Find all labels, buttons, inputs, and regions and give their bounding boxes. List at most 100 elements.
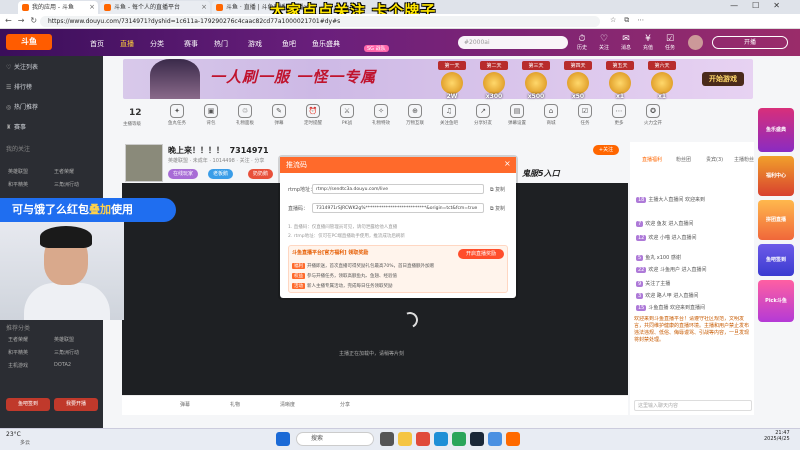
copy-server-button[interactable]: ⧉ 复制: [490, 186, 505, 193]
room-tag[interactable]: 奶奶鹅: [248, 169, 274, 179]
room-function-item[interactable]: ♫ 关注鱼吧: [436, 104, 462, 126]
close-tab-icon[interactable]: ×: [89, 1, 95, 14]
chat-tab[interactable]: 主播粉丝: [734, 156, 754, 163]
sidebar-item-ranking[interactable]: ☰ 排行榜: [6, 82, 32, 91]
rail-card-welfare[interactable]: 福利中心: [758, 156, 794, 196]
follow-button[interactable]: +关注: [593, 145, 619, 155]
task-view-icon[interactable]: [380, 432, 394, 446]
task-icon[interactable]: ☑ 任务: [660, 34, 680, 51]
window-controls[interactable]: —☐✕: [730, 1, 794, 10]
streamer-avatar[interactable]: [125, 144, 163, 182]
room-function-item[interactable]: ☑ 任务: [572, 104, 598, 126]
category-link[interactable]: 主机游戏: [8, 362, 28, 369]
room-function-item[interactable]: ▣ 背包: [198, 104, 224, 126]
nav-category[interactable]: 分类: [150, 39, 164, 49]
url-field[interactable]: https://www.douyu.com/7314971?dyshid=1c6…: [40, 16, 600, 27]
browser-toolbar-icons[interactable]: ☆⧉⋯: [610, 16, 652, 25]
room-function-item[interactable]: ✎ 弹幕: [266, 104, 292, 126]
follow-tag[interactable]: 王者荣耀: [54, 168, 74, 175]
room-function-item[interactable]: ⊕ 万物互联: [402, 104, 428, 126]
room-function-item[interactable]: ⏰ 定时提醒: [300, 104, 326, 126]
room-function-item[interactable]: ♲ 礼物面板: [232, 104, 258, 126]
sidebar-item-hot[interactable]: ◎ 热门推荐: [6, 102, 38, 111]
app-icon[interactable]: [452, 432, 466, 446]
follow-tag[interactable]: 三角洲行动: [54, 181, 79, 188]
dialog-promo-title: 斗鱼直播平台[官方福利] 领取奖励: [292, 250, 369, 256]
room-function-item[interactable]: ✪ 火力全开: [640, 104, 666, 126]
room-function-item[interactable]: ⚔ PK战: [334, 104, 360, 126]
close-tab-icon[interactable]: ×: [201, 1, 207, 14]
nav-games[interactable]: 游戏: [248, 39, 262, 49]
copy-key-button[interactable]: ⧉ 复制: [490, 205, 505, 212]
message-icon[interactable]: ✉ 消息: [616, 34, 636, 51]
rail-card-festival[interactable]: 鱼乐盛典: [758, 108, 794, 152]
sidebar-item-follows[interactable]: ♡ 关注列表: [6, 62, 38, 71]
chat-tab[interactable]: 贵宾(3): [706, 156, 723, 163]
start-live-button[interactable]: 我要开播: [54, 398, 98, 411]
edge-browser-icon[interactable]: [434, 432, 448, 446]
search-input[interactable]: #2000ai: [458, 36, 568, 49]
server-address-field[interactable]: rtmp://sendtc3a.douyu.com/live: [312, 184, 484, 194]
function-icon: ⏰: [306, 104, 320, 118]
rail-card-group[interactable]: 拼团直播: [758, 200, 794, 240]
nav-hot[interactable]: 热门: [214, 39, 228, 49]
function-label: 弹幕: [274, 121, 284, 126]
douyu-app-icon[interactable]: [506, 432, 520, 446]
start-game-button[interactable]: 开始游戏: [702, 72, 744, 86]
room-tag[interactable]: 老板鹅: [208, 169, 234, 179]
chat-tab[interactable]: 粉丝团: [676, 156, 691, 163]
weather-widget[interactable]: 23°C: [6, 431, 21, 438]
room-function-item[interactable]: ✧ 礼物特效: [368, 104, 394, 126]
share-button[interactable]: 分享: [340, 401, 350, 408]
chat-tab[interactable]: 直播福利: [642, 156, 662, 163]
follow-tag[interactable]: 和平精英: [8, 181, 28, 188]
room-function-item[interactable]: ↗ 分享好友: [470, 104, 496, 126]
recharge-icon[interactable]: ¥ 充值: [638, 34, 658, 51]
stream-key-field[interactable]: 7314971rSJRCWK2g%***********************…: [312, 203, 484, 213]
follow-tag[interactable]: 英雄联盟: [8, 168, 28, 175]
taskbar-search[interactable]: 搜索: [296, 432, 374, 446]
nav-esports[interactable]: 赛事: [184, 39, 198, 49]
rail-card-pick[interactable]: Pick斗鱼: [758, 280, 794, 322]
browser-tab-2[interactable]: 斗鱼 - 每个人的直播平台 ×: [100, 1, 210, 14]
rail-card-signin[interactable]: 鱼吧签到: [758, 244, 794, 276]
gift-button[interactable]: 礼物: [230, 401, 240, 408]
danmaku-toggle[interactable]: 弹幕: [180, 401, 190, 408]
browser-tab-1[interactable]: 我的应用 - 斗鱼 ×: [18, 1, 98, 14]
open-live-button[interactable]: 开播: [712, 36, 788, 49]
user-avatar[interactable]: [688, 35, 703, 50]
category-link[interactable]: 英雄联盟: [54, 336, 74, 343]
category-link[interactable]: 王者荣耀: [8, 336, 28, 343]
follow-icon[interactable]: ♡ 关注: [594, 34, 614, 51]
nav-live[interactable]: 直播: [120, 39, 134, 49]
yuba-signin-button[interactable]: 鱼吧签到: [6, 398, 50, 411]
room-tag[interactable]: 在线玩家: [168, 169, 199, 179]
sidebar-item-esports[interactable]: ♜ 赛事: [6, 122, 26, 131]
file-explorer-icon[interactable]: [398, 432, 412, 446]
app-icon[interactable]: [488, 432, 502, 446]
nav-yuba[interactable]: 鱼吧: [282, 39, 296, 49]
chat-input[interactable]: 这里输入聊天内容: [634, 400, 752, 411]
room-function-item[interactable]: ⌂ 商城: [538, 104, 564, 126]
category-link[interactable]: 三角洲行动: [54, 349, 79, 356]
room-function-item[interactable]: ⋯ 更多: [606, 104, 632, 126]
nav-home[interactable]: 首页: [90, 39, 104, 49]
nav-festival[interactable]: 鱼乐盛典: [312, 39, 340, 49]
douyu-logo[interactable]: 斗鱼: [6, 34, 52, 50]
browser-nav-buttons[interactable]: ←→↻: [5, 16, 43, 25]
close-icon[interactable]: ×: [504, 159, 511, 168]
claim-reward-button[interactable]: 开启直播奖励: [458, 249, 504, 259]
steam-icon[interactable]: [470, 432, 484, 446]
room-meta: 英雄联盟 · 未成年 · 1014498 · 关注 · 分享: [168, 158, 265, 164]
room-function-item[interactable]: ▤ 弹幕设置: [504, 104, 530, 126]
history-icon[interactable]: ⏱ 历史: [572, 34, 592, 51]
function-label: PK战: [341, 121, 353, 126]
quality-button[interactable]: 清晰度: [280, 401, 295, 408]
game-entry-tag[interactable]: 鬼服5入口: [522, 168, 560, 179]
windows-start-icon[interactable]: [276, 432, 290, 446]
room-function-item[interactable]: ✦ 鱼丸任务: [164, 104, 190, 126]
category-link[interactable]: 和平精英: [8, 349, 28, 356]
app-icon[interactable]: [416, 432, 430, 446]
category-link[interactable]: DOTA2: [54, 362, 71, 368]
reward-item-icon: [651, 72, 673, 94]
